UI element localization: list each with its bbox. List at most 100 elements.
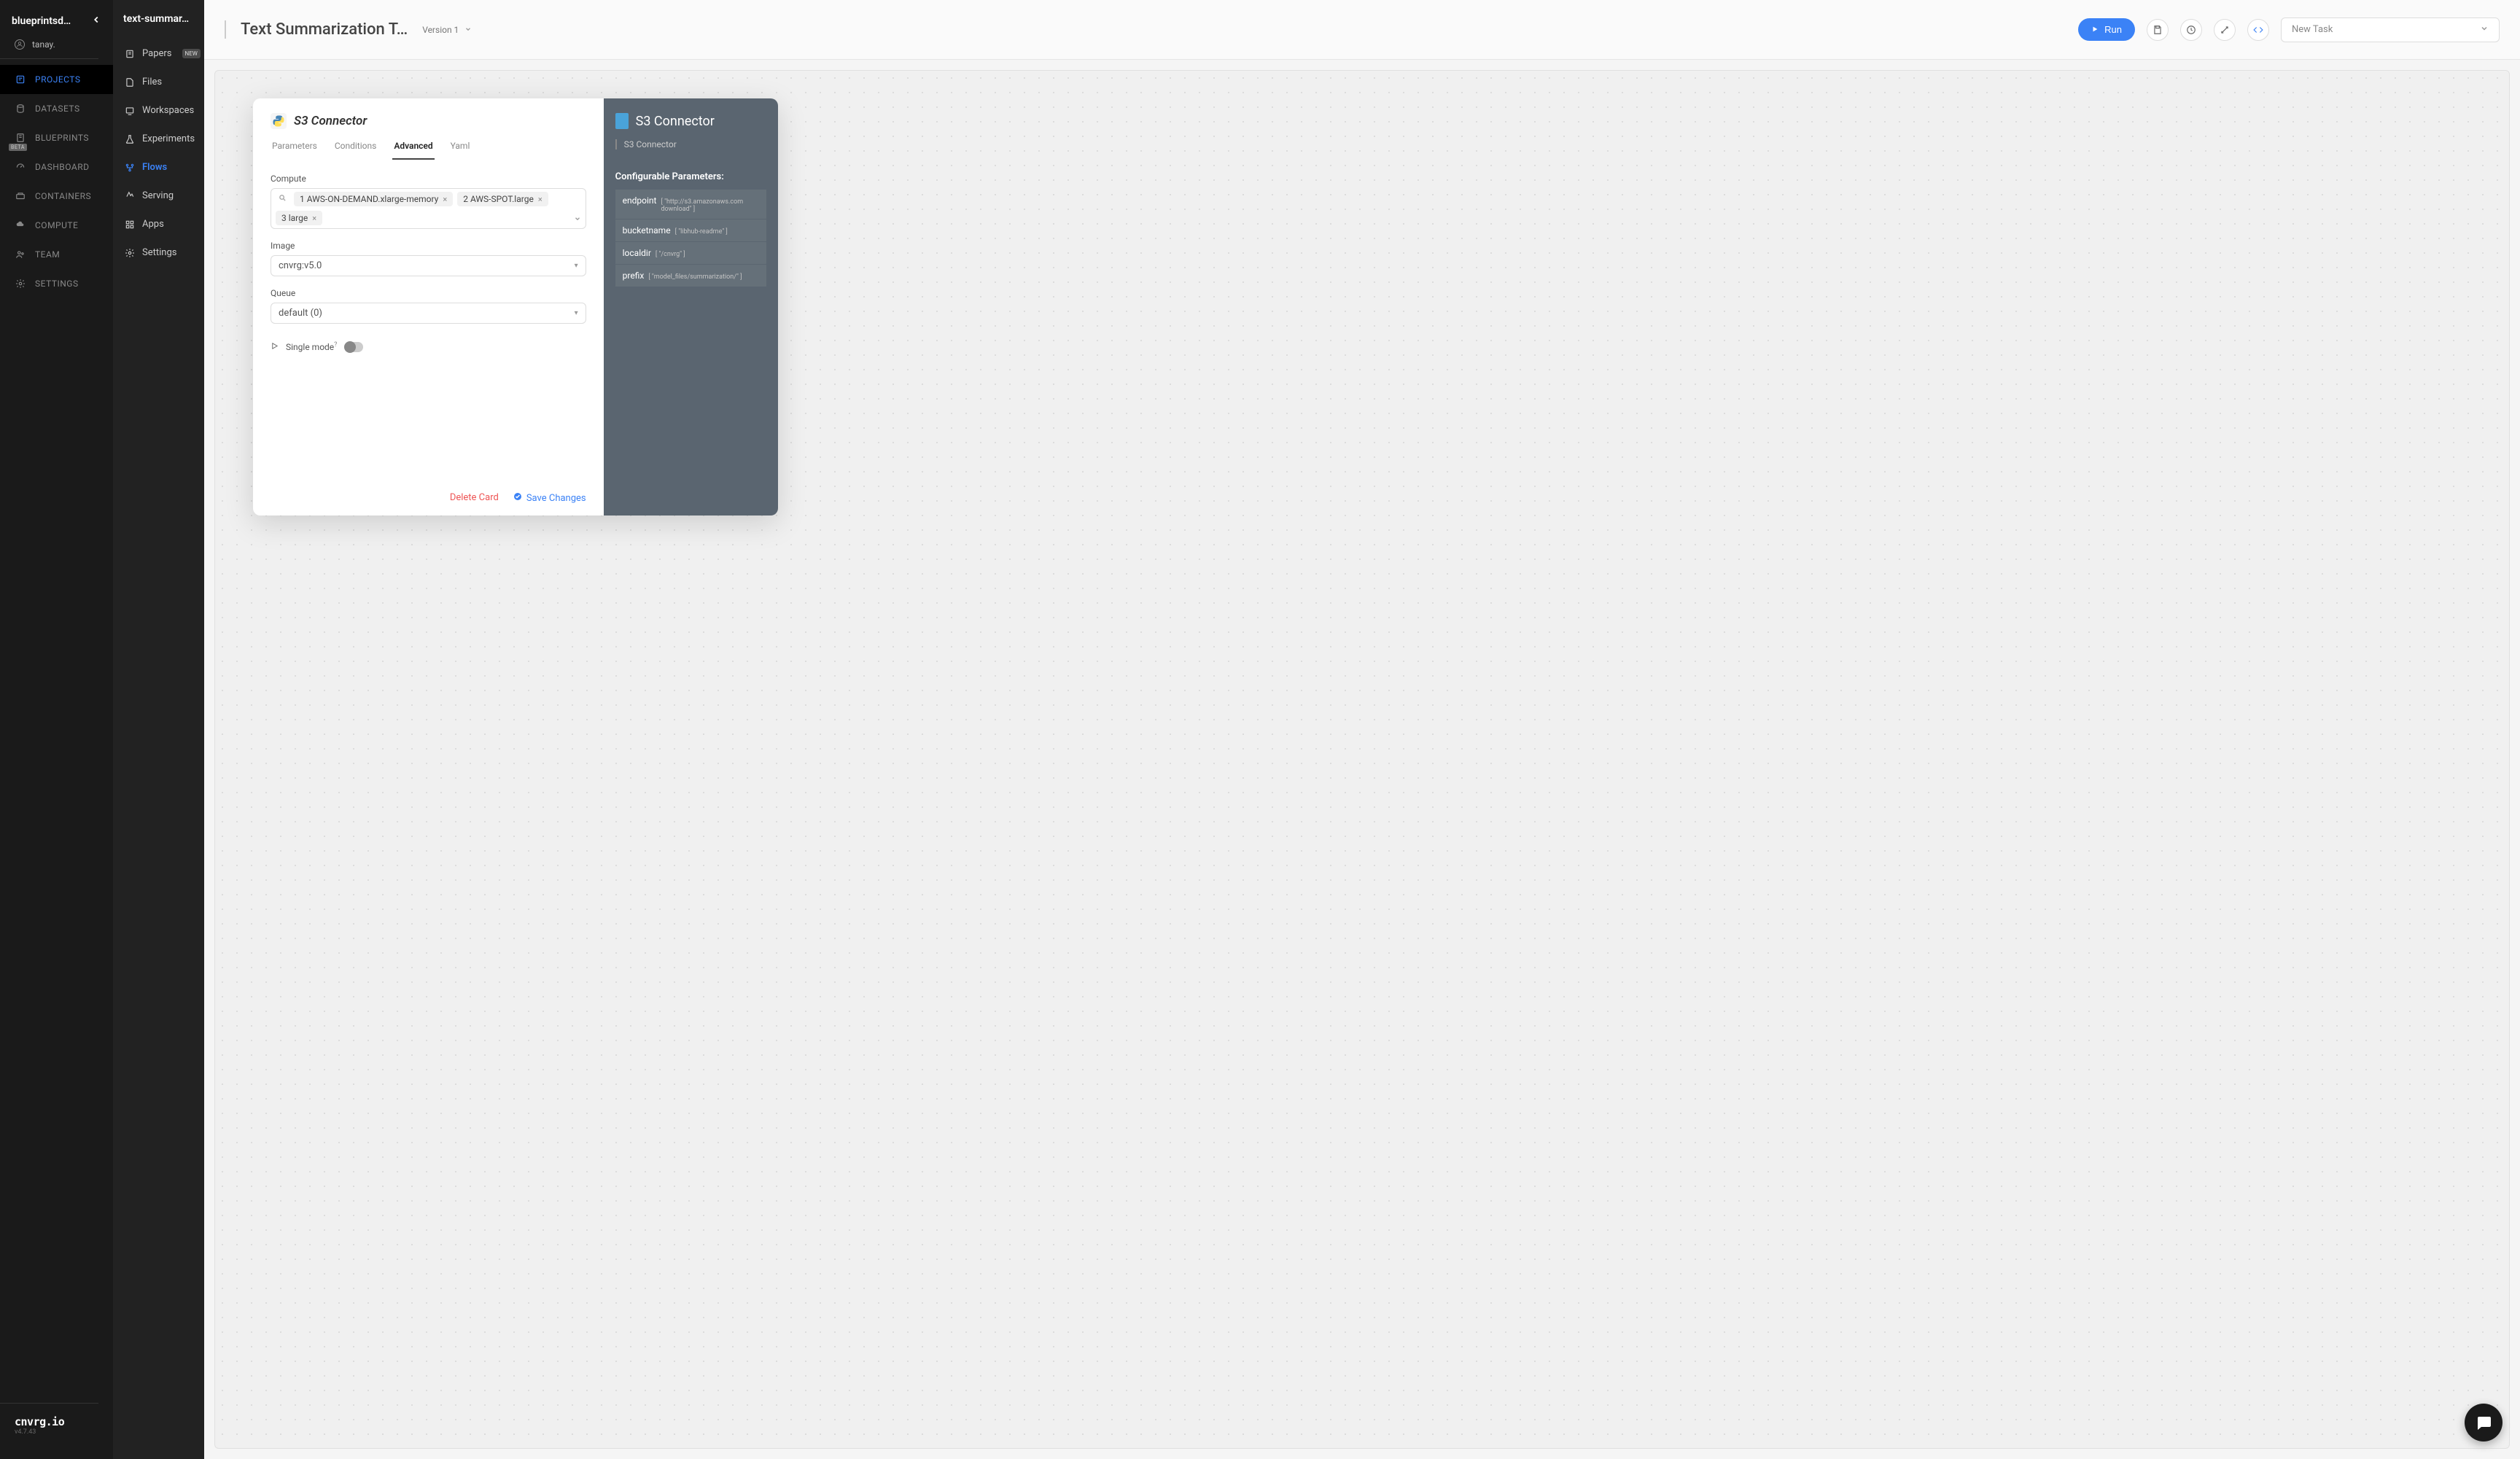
image-select[interactable]: cnvrg:v5.0 ▾: [271, 255, 586, 276]
version-label: Version 1: [422, 25, 459, 35]
datasets-icon: [15, 103, 26, 114]
org-name: blueprintsd…: [12, 15, 71, 27]
config-params-header: Configurable Parameters:: [615, 171, 766, 182]
compute-chip[interactable]: 2 AWS-SPOT.large×: [457, 192, 548, 206]
save-changes-link[interactable]: Save Changes: [513, 492, 586, 504]
nav-containers[interactable]: CONTAINERS: [0, 182, 113, 211]
project-title[interactable]: text-summar…: [113, 13, 204, 39]
nav-label: SETTINGS: [35, 279, 79, 289]
close-icon[interactable]: ×: [443, 195, 447, 204]
tab-advanced[interactable]: Advanced: [392, 136, 434, 160]
blueprints-icon: [15, 132, 26, 144]
nav2-settings[interactable]: Settings: [113, 238, 204, 267]
param-row[interactable]: endpoint[ "http://s3.amazonaws.com downl…: [615, 190, 766, 219]
nav2-apps[interactable]: Apps: [113, 210, 204, 238]
sidebar-secondary: text-summar… Papers NEW Files Workspaces…: [113, 0, 204, 1459]
nav2-label: Apps: [142, 219, 164, 230]
sidebar-primary: blueprintsd… tanay. PROJECTS DATASETS BL…: [0, 0, 113, 1459]
topbar: Text Summarization T… Version 1 Run New …: [204, 0, 2520, 60]
check-icon: [513, 492, 522, 504]
compute-icon: [15, 219, 26, 231]
delete-card-link[interactable]: Delete Card: [450, 492, 499, 504]
wand-icon-button[interactable]: [2214, 19, 2236, 41]
nav-team[interactable]: TEAM: [0, 240, 113, 269]
nav2-serving[interactable]: Serving: [113, 182, 204, 210]
compute-select[interactable]: 1 AWS-ON-DEMAND.xlarge-memory× 2 AWS-SPO…: [271, 188, 586, 229]
nav2-label: Papers: [142, 48, 172, 59]
run-label: Run: [2104, 24, 2122, 35]
card-editor-modal: S3 Connector Parameters Conditions Advan…: [253, 98, 778, 515]
nav-compute[interactable]: COMPUTE: [0, 211, 113, 240]
flow-canvas[interactable]: S3 Connector Parameters Conditions Advan…: [214, 70, 2510, 1449]
new-badge: NEW: [182, 49, 201, 58]
nav-label: BLUEPRINTS: [35, 133, 89, 143]
org-row[interactable]: blueprintsd…: [0, 9, 113, 34]
tab-yaml[interactable]: Yaml: [449, 136, 472, 160]
queue-select[interactable]: default (0) ▾: [271, 303, 586, 324]
card-editor-right: S3 Connector S3 Connector Configurable P…: [604, 98, 778, 515]
queue-label: Queue: [271, 288, 586, 298]
nav-label: DASHBOARD: [35, 162, 89, 172]
tab-conditions[interactable]: Conditions: [333, 136, 378, 160]
param-row[interactable]: localdir[ "/cnvrg" ]: [615, 242, 766, 265]
compute-group: Compute 1 AWS-ON-DEMAND.xlarge-memory× 2…: [271, 174, 586, 229]
beta-badge: BETA: [9, 144, 27, 151]
nav-label: COMPUTE: [35, 220, 78, 230]
main: Text Summarization T… Version 1 Run New …: [204, 0, 2520, 1459]
user-avatar-icon: [15, 39, 25, 50]
newtask-select[interactable]: New Task: [2281, 17, 2500, 42]
compute-label: Compute: [271, 174, 586, 184]
newtask-placeholder: New Task: [2292, 24, 2333, 35]
nav-blueprints[interactable]: BLUEPRINTS BETA: [0, 123, 113, 152]
single-mode-toggle[interactable]: [344, 342, 363, 352]
search-icon: [276, 194, 289, 204]
right-title: S3 Connector: [636, 114, 715, 129]
user-row[interactable]: tanay.: [0, 34, 98, 59]
tab-parameters[interactable]: Parameters: [271, 136, 319, 160]
history-icon-button[interactable]: [2180, 19, 2202, 41]
code-icon-button[interactable]: [2247, 19, 2269, 41]
param-list: endpoint[ "http://s3.amazonaws.com downl…: [615, 190, 766, 287]
nav2-papers[interactable]: Papers NEW: [113, 39, 204, 68]
chevron-left-icon[interactable]: [91, 15, 101, 28]
chat-launcher[interactable]: [2465, 1404, 2502, 1442]
nav-primary: PROJECTS DATASETS BLUEPRINTS BETA DASHBO…: [0, 65, 113, 298]
serving-icon: [125, 191, 135, 201]
param-row[interactable]: prefix[ "model_files/summarization/" ]: [615, 265, 766, 287]
nav2-label: Files: [142, 77, 162, 87]
nav-secondary: Papers NEW Files Workspaces Experiments …: [113, 39, 204, 267]
brand-version: v4.7.43: [15, 1428, 84, 1436]
card-footer: Delete Card Save Changes: [271, 492, 586, 504]
help-icon[interactable]: ?: [334, 341, 337, 349]
image-group: Image cnvrg:v5.0 ▾: [271, 241, 586, 276]
version-select[interactable]: Version 1: [422, 25, 472, 35]
image-value: cnvrg:v5.0: [279, 260, 322, 271]
brand-footer: cnvrg.io v4.7.43: [0, 1403, 98, 1447]
nav2-files[interactable]: Files: [113, 68, 204, 96]
nav2-experiments[interactable]: Experiments: [113, 125, 204, 153]
nav-settings[interactable]: SETTINGS: [0, 269, 113, 298]
run-button[interactable]: Run: [2078, 18, 2135, 41]
nav2-flows[interactable]: Flows: [113, 153, 204, 182]
close-icon[interactable]: ×: [538, 195, 542, 204]
python-icon: [271, 113, 287, 129]
nav2-label: Workspaces: [142, 105, 194, 116]
files-icon: [125, 77, 135, 87]
flask-icon: [125, 134, 135, 144]
compute-chip[interactable]: 3 large×: [276, 211, 322, 225]
nav2-workspaces[interactable]: Workspaces: [113, 96, 204, 125]
nav-label: CONTAINERS: [35, 191, 91, 201]
brand-logo: cnvrg.io: [15, 1415, 84, 1428]
nav2-label: Flows: [142, 162, 167, 173]
nav-dashboard[interactable]: DASHBOARD: [0, 152, 113, 182]
param-row[interactable]: bucketname[ "libhub-readme" ]: [615, 219, 766, 242]
save-icon-button[interactable]: [2147, 19, 2169, 41]
nav2-label: Experiments: [142, 133, 195, 144]
chevron-down-icon: [2480, 24, 2489, 36]
close-icon[interactable]: ×: [312, 214, 316, 223]
nav-datasets[interactable]: DATASETS: [0, 94, 113, 123]
compute-chip[interactable]: 1 AWS-ON-DEMAND.xlarge-memory×: [294, 192, 453, 206]
card-title: S3 Connector: [294, 114, 367, 128]
chevron-down-icon[interactable]: [574, 211, 581, 225]
nav-projects[interactable]: PROJECTS: [0, 65, 113, 94]
